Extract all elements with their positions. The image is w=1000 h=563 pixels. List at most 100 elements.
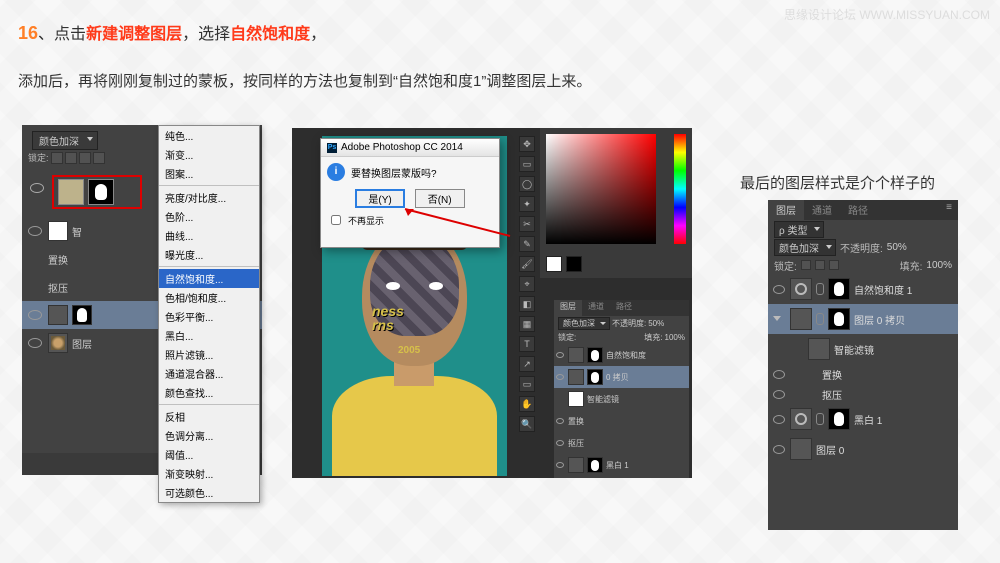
adj-thumb[interactable] (568, 347, 584, 363)
layer-row-base[interactable]: 图层 0 (768, 434, 958, 464)
marquee-tool-icon[interactable]: ▭ (519, 156, 535, 172)
eye-icon[interactable] (773, 415, 785, 424)
link-icon[interactable] (816, 283, 824, 295)
lock-icon[interactable] (93, 152, 105, 164)
menu-item[interactable]: 通道混合器... (159, 364, 259, 383)
mask-thumb-highlight[interactable] (587, 347, 603, 363)
menu-item[interactable]: 色调分离... (159, 426, 259, 445)
dont-show-checkbox[interactable] (331, 215, 341, 225)
mask-thumb[interactable] (828, 278, 850, 300)
menu-item[interactable]: 反相 (159, 407, 259, 426)
link-icon[interactable] (816, 313, 824, 325)
layer-mask-thumb[interactable] (88, 179, 114, 205)
eye-icon[interactable] (773, 370, 785, 379)
menu-item[interactable]: 可选颜色... (159, 483, 259, 502)
eye-icon[interactable] (773, 445, 785, 454)
gradient-tool-icon[interactable]: ▦ (519, 316, 535, 332)
link-icon[interactable] (816, 413, 824, 425)
menu-item[interactable]: 色相/饱和度... (159, 288, 259, 307)
layer-row[interactable]: 黑白 1 (554, 454, 689, 476)
menu-item[interactable]: 黑白... (159, 326, 259, 345)
tab-channels[interactable]: 通道 (582, 300, 610, 316)
lasso-tool-icon[interactable]: ◯ (519, 176, 535, 192)
eye-icon[interactable] (28, 310, 42, 320)
layer-row[interactable]: 置换 (554, 410, 689, 432)
menu-item[interactable]: 色阶... (159, 207, 259, 226)
brush-tool-icon[interactable]: 🖌 (519, 256, 535, 272)
lock-icon[interactable] (79, 152, 91, 164)
hue-slider[interactable] (674, 134, 686, 244)
layer-row-vibrance[interactable]: 自然饱和度 1 (768, 274, 958, 304)
layer-row-extrude[interactable]: 抠压 (768, 384, 958, 404)
menu-item[interactable]: 曲线... (159, 226, 259, 245)
layer-row-smart[interactable]: 智能滤镜 (768, 334, 958, 364)
layer-thumb[interactable] (790, 438, 812, 460)
hand-tool-icon[interactable]: ✋ (519, 396, 535, 412)
mask-thumb[interactable] (587, 457, 603, 473)
tab-paths[interactable]: 路径 (840, 200, 876, 220)
kind-filter-dropdown[interactable]: ρ 类型 (774, 221, 824, 238)
eye-icon[interactable] (556, 352, 564, 358)
layer-row-replace[interactable]: 置换 (768, 364, 958, 384)
wand-tool-icon[interactable]: ✦ (519, 196, 535, 212)
mask-thumb-highlight[interactable] (587, 369, 603, 385)
adj-thumb[interactable] (48, 305, 68, 325)
menu-item[interactable]: 图案... (159, 164, 259, 183)
smart-thumb[interactable] (568, 391, 584, 407)
color-field[interactable] (546, 134, 656, 244)
lock-icon[interactable] (801, 260, 811, 270)
eye-icon[interactable] (556, 440, 564, 446)
zoom-tool-icon[interactable]: 🔍 (519, 416, 535, 432)
eye-icon[interactable] (556, 418, 564, 424)
smart-thumb[interactable] (808, 338, 830, 360)
eye-icon[interactable] (556, 462, 564, 468)
eye-icon[interactable] (556, 374, 564, 380)
layer-row[interactable]: 智能滤镜 (554, 388, 689, 410)
layer-row[interactable]: 抠压 (554, 432, 689, 454)
layer-thumb[interactable] (48, 333, 68, 353)
disclosure-icon[interactable] (773, 316, 781, 325)
eye-icon[interactable] (28, 338, 42, 348)
stamp-tool-icon[interactable]: ⌖ (519, 276, 535, 292)
layer-thumb[interactable] (48, 221, 68, 241)
eye-icon[interactable] (773, 390, 785, 399)
blend-dropdown[interactable]: 颜色加深 (774, 239, 836, 256)
crop-tool-icon[interactable]: ✂ (519, 216, 535, 232)
menu-item[interactable]: 照片滤镜... (159, 345, 259, 364)
eye-icon[interactable] (773, 285, 785, 294)
menu-item[interactable]: 亮度/对比度... (159, 188, 259, 207)
shape-tool-icon[interactable]: ▭ (519, 376, 535, 392)
tab-layers[interactable]: 图层 (768, 200, 804, 220)
mask-thumb[interactable] (828, 308, 850, 330)
tab-channels[interactable]: 通道 (804, 200, 840, 220)
layer-thumb[interactable] (790, 308, 812, 330)
mask-thumb[interactable] (828, 408, 850, 430)
move-tool-icon[interactable]: ✥ (519, 136, 535, 152)
path-tool-icon[interactable]: ↗ (519, 356, 535, 372)
eraser-tool-icon[interactable]: ◧ (519, 296, 535, 312)
layer-thumb[interactable] (568, 369, 584, 385)
tab-layers[interactable]: 图层 (554, 300, 582, 316)
lock-icon[interactable] (65, 152, 77, 164)
menu-item[interactable]: 渐变... (159, 145, 259, 164)
menu-item[interactable]: 色彩平衡... (159, 307, 259, 326)
fg-swatch[interactable] (546, 256, 562, 272)
blend-mode-dropdown[interactable]: 颜色加深 (32, 131, 98, 150)
layer-thumb[interactable] (58, 179, 84, 205)
menu-item[interactable]: 颜色查找... (159, 383, 259, 402)
adj-thumb[interactable] (568, 457, 584, 473)
eyedropper-tool-icon[interactable]: ✎ (519, 236, 535, 252)
panel-menu-icon[interactable]: ≡ (940, 200, 958, 220)
mask-thumb[interactable] (72, 305, 92, 325)
lock-icon[interactable] (51, 152, 63, 164)
lock-icon[interactable] (815, 260, 825, 270)
menu-item[interactable]: 纯色... (159, 126, 259, 145)
menu-item-vibrance[interactable]: 自然饱和度... (159, 269, 259, 288)
layer-row[interactable]: 自然饱和度 (554, 344, 689, 366)
menu-item[interactable]: 曝光度... (159, 245, 259, 264)
blend-dropdown[interactable]: 颜色加深 (558, 317, 610, 330)
eye-icon[interactable] (30, 183, 44, 193)
type-tool-icon[interactable]: T (519, 336, 535, 352)
tab-paths[interactable]: 路径 (610, 300, 638, 316)
yes-button[interactable]: 是(Y) (355, 189, 404, 208)
